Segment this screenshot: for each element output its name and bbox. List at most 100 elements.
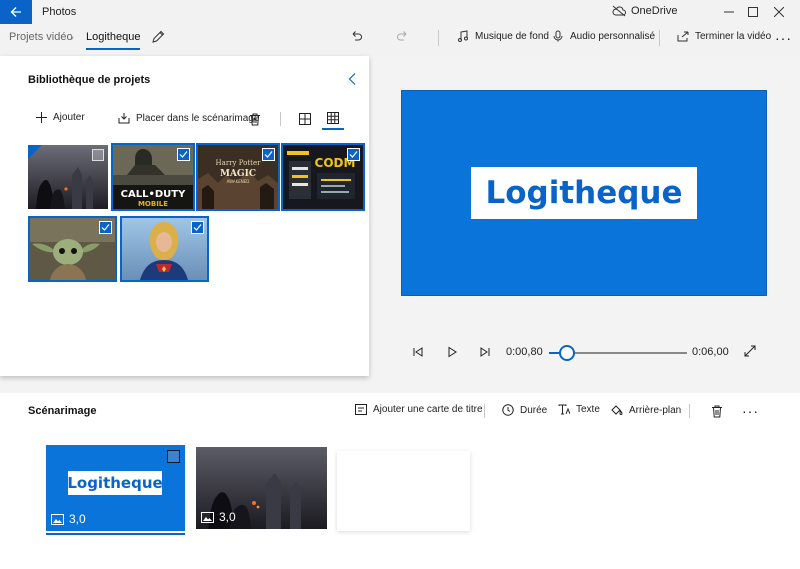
plus-icon xyxy=(36,112,47,123)
library-title: Bibliothèque de projets xyxy=(28,74,151,86)
add-title-card-label: Ajouter une carte de titre xyxy=(373,404,483,415)
divider xyxy=(280,112,281,126)
storyboard-clip-title-card[interactable]: Logitheque 3,0 xyxy=(46,445,185,531)
close-icon xyxy=(774,7,784,17)
clock-icon xyxy=(502,404,514,416)
title-card: Logitheque xyxy=(471,167,697,219)
text-button[interactable]: Texte xyxy=(558,404,600,415)
more-options-icon[interactable]: ··· xyxy=(742,403,759,419)
more-options-icon[interactable]: ··· xyxy=(775,30,792,46)
title-card-text: Logitheque xyxy=(485,175,683,211)
app-title: Photos xyxy=(42,6,77,18)
back-button[interactable] xyxy=(0,0,32,24)
video-preview[interactable]: Logitheque xyxy=(401,90,767,296)
clip-title-card: Logitheque xyxy=(67,471,163,495)
pencil-icon[interactable] xyxy=(151,30,165,44)
background-music-button[interactable]: Musique de fond xyxy=(457,30,549,42)
total-time: 0:06,00 xyxy=(692,346,729,358)
storyboard-empty-slot[interactable] xyxy=(337,451,470,531)
checkmark-icon[interactable] xyxy=(99,221,112,234)
onedrive-status[interactable]: OneDrive xyxy=(612,5,677,17)
background-music-label: Musique de fond xyxy=(475,30,549,42)
duration-button[interactable]: Durée xyxy=(502,404,547,416)
large-grid-view-button[interactable] xyxy=(294,108,316,130)
step-back-icon[interactable] xyxy=(412,345,424,359)
media-thumbnail[interactable]: CALL•DUTY MOBILE xyxy=(111,143,195,211)
back-arrow-icon xyxy=(10,7,21,17)
microphone-icon xyxy=(553,30,563,42)
clip-title-text: Logitheque xyxy=(67,474,163,492)
image-icon xyxy=(51,513,64,525)
checkmark-icon[interactable] xyxy=(262,148,275,161)
finish-video-button[interactable]: Terminer la vidéo xyxy=(677,30,771,42)
fullscreen-icon[interactable] xyxy=(744,345,756,357)
checkmark-icon[interactable] xyxy=(347,148,360,161)
media-thumbnail[interactable]: Harry Potter MAGIC AWAKENED xyxy=(196,143,280,211)
clip-duration-value: 3,0 xyxy=(69,512,86,526)
small-grid-view-button[interactable] xyxy=(322,108,344,130)
text-icon xyxy=(558,404,570,415)
media-thumbnail[interactable]: CODM xyxy=(281,143,365,211)
add-media-button[interactable]: Ajouter xyxy=(36,112,85,123)
breadcrumb-chevron-icon: › xyxy=(70,30,74,44)
checkmark-icon[interactable] xyxy=(191,221,204,234)
media-thumbnail[interactable] xyxy=(28,216,117,282)
grid-small-icon xyxy=(327,112,339,124)
clip-duration: 3,0 xyxy=(51,512,86,526)
clip-duration-value: 3,0 xyxy=(219,510,236,524)
cloud-offline-icon xyxy=(612,5,626,17)
title-bar: Photos xyxy=(0,0,800,24)
clip-duration: 3,0 xyxy=(201,510,236,524)
storyboard-panel: Scénarimage Ajouter une carte de titre D… xyxy=(0,393,800,569)
step-forward-icon[interactable] xyxy=(479,345,491,359)
chevron-left-icon[interactable] xyxy=(347,72,359,86)
place-in-storyboard-label: Placer dans le scénarimage xyxy=(136,112,260,124)
divider xyxy=(438,30,439,46)
seek-handle[interactable] xyxy=(558,345,575,361)
clip-select-checkbox[interactable] xyxy=(167,450,180,463)
trash-icon[interactable] xyxy=(711,405,723,418)
custom-audio-button[interactable]: Audio personnalisé xyxy=(552,30,655,42)
project-library-panel: Bibliothèque de projets Ajouter Placer d… xyxy=(0,56,369,376)
image-icon xyxy=(201,511,214,523)
selected-clip-indicator xyxy=(46,533,185,535)
duration-label: Durée xyxy=(520,404,548,416)
text-label: Texte xyxy=(576,404,600,415)
divider xyxy=(484,404,485,418)
current-time: 0:00,80 xyxy=(506,346,543,358)
svg-text:Harry Potter: Harry Potter xyxy=(216,159,262,167)
custom-audio-label: Audio personnalisé xyxy=(570,30,656,42)
divider xyxy=(659,30,660,46)
trash-icon[interactable] xyxy=(249,113,261,126)
divider xyxy=(689,404,690,418)
play-icon[interactable] xyxy=(446,345,458,359)
background-label: Arrière-plan xyxy=(629,404,682,416)
add-media-label: Ajouter xyxy=(53,112,85,123)
onedrive-label: OneDrive xyxy=(631,5,678,17)
svg-text:MAGIC: MAGIC xyxy=(220,169,256,179)
add-title-card-button[interactable]: Ajouter une carte de titre xyxy=(355,404,483,415)
command-bar: Projets vidéo › Logitheque Musique de fo… xyxy=(0,24,800,56)
breadcrumb-projects[interactable]: Projets vidéo xyxy=(9,31,73,43)
background-button[interactable]: Arrière-plan xyxy=(610,404,681,416)
storyboard-title: Scénarimage xyxy=(28,405,97,417)
select-checkbox[interactable] xyxy=(92,149,104,161)
share-export-icon xyxy=(677,31,689,42)
undo-icon[interactable] xyxy=(349,29,363,43)
paint-bucket-icon xyxy=(611,405,623,415)
grid-large-icon xyxy=(299,113,311,125)
media-thumbnail[interactable] xyxy=(28,145,108,209)
svg-text:MOBILE: MOBILE xyxy=(138,200,168,208)
place-down-icon xyxy=(118,113,130,124)
breadcrumb-current: Logitheque xyxy=(86,31,141,50)
svg-text:AWAKENED: AWAKENED xyxy=(227,179,250,184)
place-in-storyboard-button[interactable]: Placer dans le scénarimage xyxy=(118,112,259,124)
media-thumbnail[interactable] xyxy=(120,216,209,282)
storyboard-clip-image[interactable]: 3,0 xyxy=(196,447,327,529)
title-card-icon xyxy=(355,404,367,415)
music-note-icon xyxy=(458,30,468,42)
close-window-button[interactable] xyxy=(756,0,800,24)
checkmark-icon[interactable] xyxy=(177,148,190,161)
redo-icon[interactable] xyxy=(396,29,410,43)
new-media-indicator xyxy=(28,145,42,159)
